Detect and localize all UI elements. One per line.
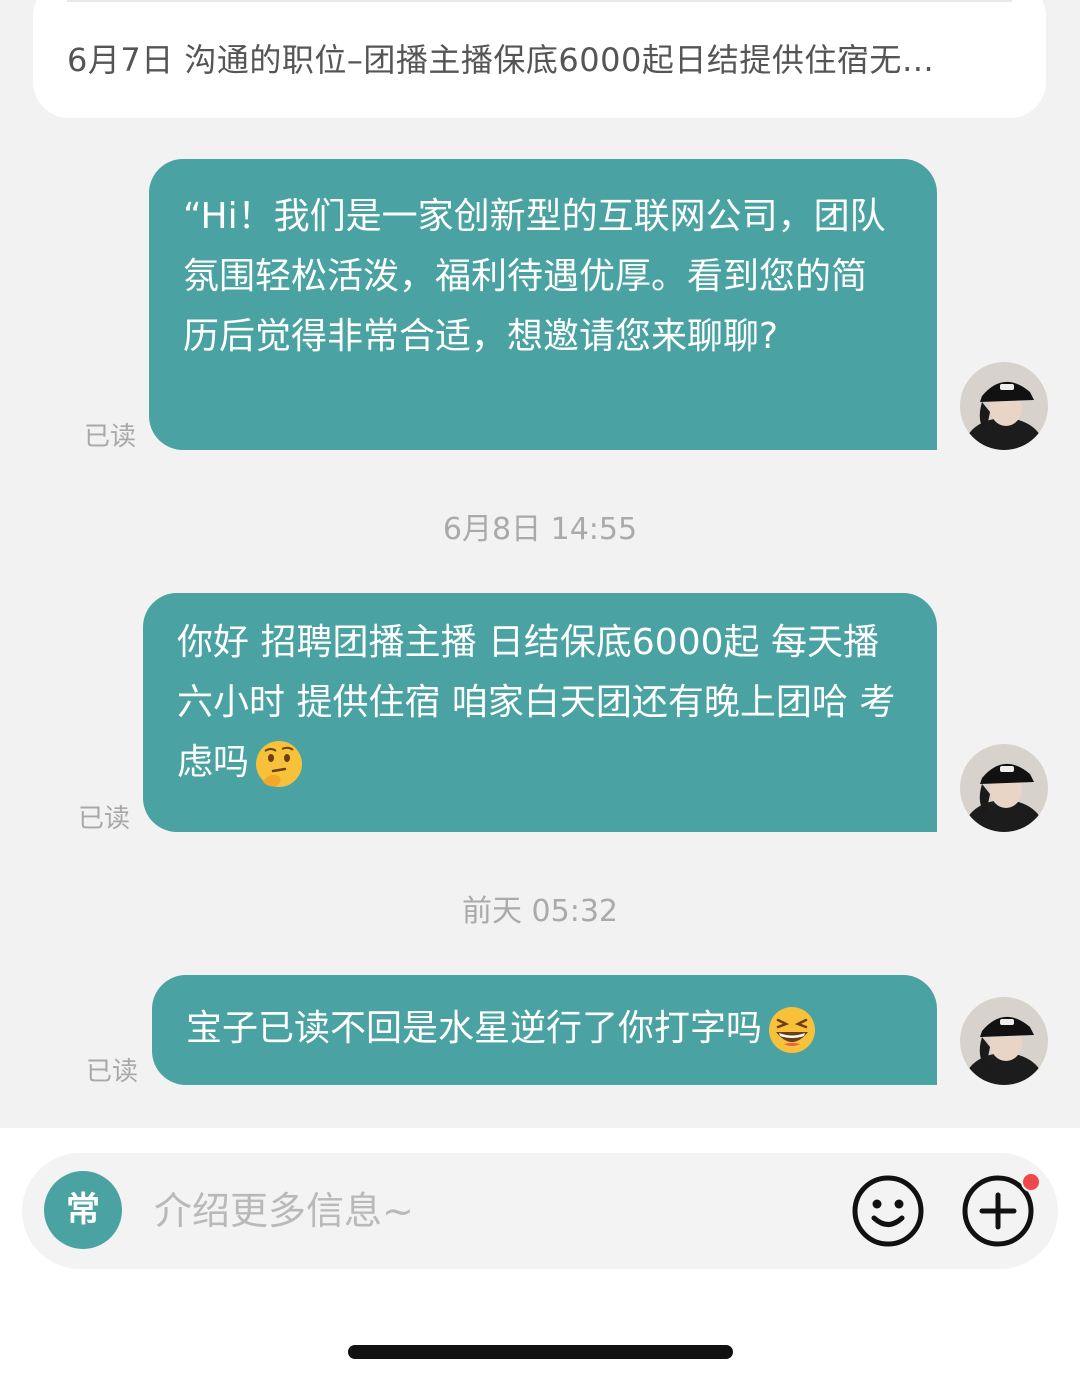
- smiley-icon: [852, 1175, 924, 1247]
- bottom-input-area: 常: [0, 1128, 1080, 1382]
- message-bubble[interactable]: “Hi！我们是一家创新型的互联网公司，团队氛围轻松活泼，福利待遇优厚。看到您的简…: [149, 159, 937, 450]
- more-button[interactable]: [960, 1172, 1041, 1249]
- message-text: “Hi！我们是一家创新型的互联网公司，团队氛围轻松活泼，福利待遇优厚。看到您的简…: [183, 196, 886, 357]
- job-info-card[interactable]: 6月7日 沟通的职位–团播主播保底6000起日结提供住宿无…: [33, 0, 1046, 118]
- timestamp: 6月8日 14:55: [442, 512, 638, 547]
- read-status: 已读: [84, 422, 137, 452]
- divider: [67, 0, 1012, 2]
- avatar[interactable]: [960, 744, 1048, 832]
- message-bubble[interactable]: 宝子已读不回是水星逆行了你打字吗: [152, 975, 937, 1085]
- quick-reply-button[interactable]: 常: [44, 1171, 122, 1249]
- home-indicator: [348, 1345, 733, 1359]
- avatar-image: [960, 997, 1048, 1085]
- avatar-image: [960, 362, 1048, 450]
- notification-dot: [1021, 1172, 1041, 1192]
- input-bar: 常: [22, 1153, 1058, 1269]
- message-text-content: 宝子已读不回是水星逆行了你打字吗: [186, 1008, 763, 1049]
- message-bubble[interactable]: 你好 招聘团播主播 日结保底6000起 每天播六小时 提供住宿 咱家白天团还有晚…: [143, 593, 937, 832]
- job-info-text: 6月7日 沟通的职位–团播主播保底6000起日结提供住宿无…: [67, 41, 935, 79]
- thinking-face-icon: [256, 741, 303, 787]
- avatar-image: [960, 744, 1048, 832]
- message-text: 宝子已读不回是水星逆行了你打字吗: [186, 999, 907, 1059]
- message-input[interactable]: [154, 1183, 834, 1239]
- read-status: 已读: [86, 1057, 139, 1087]
- emoji-button[interactable]: [850, 1173, 926, 1249]
- avatar[interactable]: [960, 997, 1048, 1085]
- message-text: 你好 招聘团播主播 日结保底6000起 每天播六小时 提供住宿 咱家白天团还有晚…: [177, 613, 907, 793]
- timestamp: 前天 05:32: [462, 894, 618, 929]
- avatar[interactable]: [960, 362, 1048, 450]
- read-status: 已读: [78, 804, 131, 834]
- grinning-squinting-face-icon: [769, 1007, 816, 1053]
